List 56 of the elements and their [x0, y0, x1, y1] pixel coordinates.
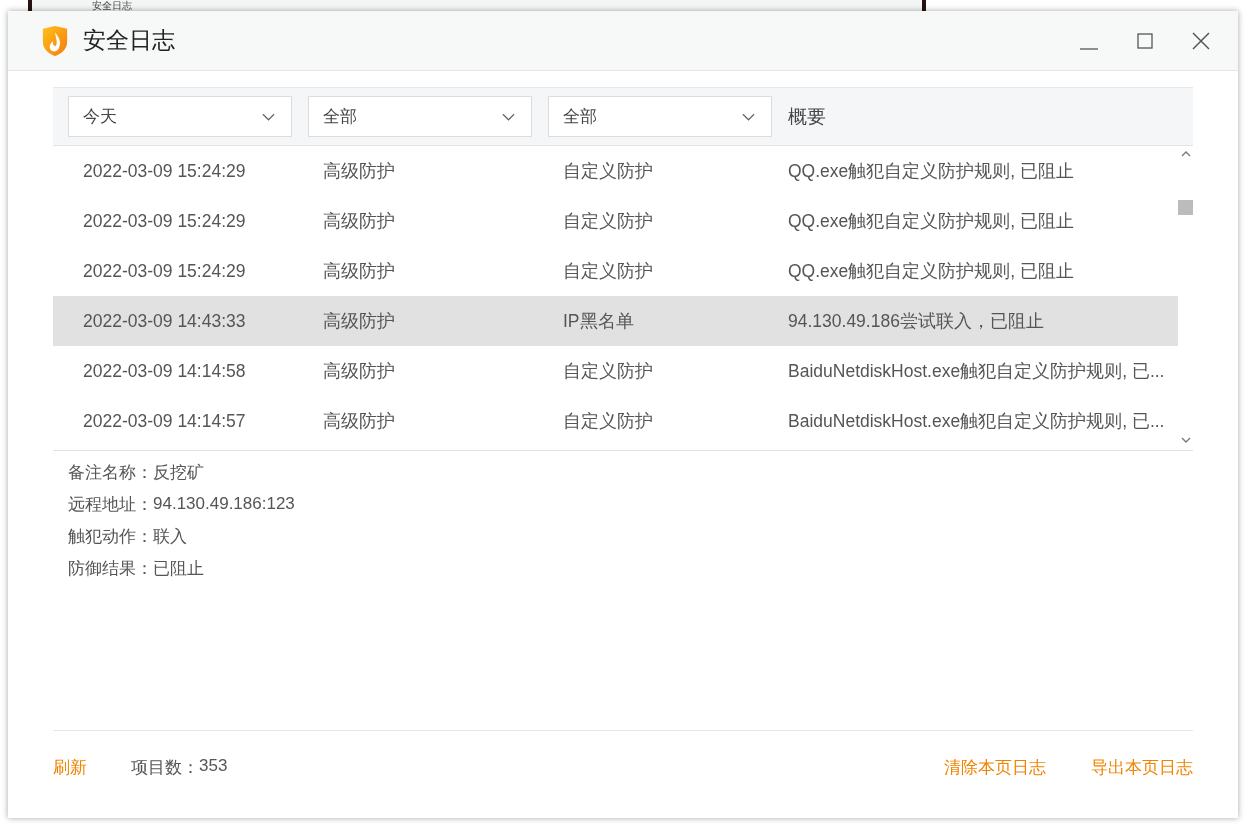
- table-cell-text: 高级防护: [323, 310, 396, 333]
- table-cell-text: 2022-03-09 15:24:29: [82, 210, 247, 232]
- filter-dropdown[interactable]: 今天: [68, 96, 292, 137]
- minimize-icon: [1079, 47, 1099, 50]
- table-cell-text: QQ.exe触犯自定义防护规则, 已阻止: [788, 210, 1076, 233]
- table-cell-text: 高级防护: [323, 260, 396, 283]
- detail-label: 备注名称：: [68, 461, 153, 484]
- maximize-icon: [1135, 30, 1155, 51]
- window-title: 安全日志: [92, 0, 133, 11]
- table-cell-text: IP黑名单: [563, 310, 635, 333]
- table-cell-text: 自定义防护: [563, 410, 654, 433]
- table-cell-text: QQ.exe触犯自定义防护规则, 已阻止: [788, 260, 1076, 283]
- caret-icon: [502, 112, 515, 121]
- table-cell-text: QQ.exe触犯自定义防护规则, 已阻止: [788, 160, 1076, 183]
- table-cell-text: 高级防护: [323, 410, 396, 433]
- filter-dropdown[interactable]: 全部: [308, 96, 532, 137]
- table-cell-text: 2022-03-09 14:14:57: [82, 410, 247, 432]
- shield-flame-icon: [41, 24, 69, 57]
- log-row[interactable]: 2022-03-09 14:43:33 高级防护 IP黑名单 94.130.49.186尝试联入，已阻止: [53, 296, 1178, 346]
- count-value: 353: [199, 755, 228, 777]
- table-cell-text: 94.130.49.186尝试联入，已阻止: [788, 310, 1045, 333]
- scroll-up-icon[interactable]: [1179, 150, 1192, 158]
- filter-dropdown[interactable]: 全部: [548, 96, 772, 137]
- close-icon: [1191, 30, 1211, 51]
- scroll-thumb[interactable]: [1178, 200, 1193, 215]
- table-cell-text: 自定义防护: [563, 210, 654, 233]
- table-cell-text: BaiduNetdiskHost.exe触犯自定义防护规则, 已...: [788, 360, 1166, 383]
- detail-value: 反挖矿: [153, 461, 204, 484]
- table-cell-text: 2022-03-09 14:43:33: [82, 310, 247, 332]
- detail-value: 联入: [153, 525, 187, 548]
- detail-value: 已阻止: [153, 557, 204, 580]
- detail-label: 触犯动作：: [68, 525, 153, 548]
- log-row[interactable]: 2022-03-09 15:24:29 高级防护 自定义防护 QQ.exe触犯自定义防护规则, 已阻止: [53, 196, 1178, 246]
- detail-label: 防御结果：: [68, 557, 153, 580]
- log-row[interactable]: 2022-03-09 15:24:29 高级防护 自定义防护 QQ.exe触犯自定义防护规则, 已阻止: [53, 246, 1178, 296]
- table-cell-text: 自定义防护: [563, 360, 654, 383]
- table-cell-text: 2022-03-09 15:24:29: [82, 160, 247, 182]
- log-row[interactable]: 2022-03-09 14:14:57 高级防护 自定义防护 BaiduNetdiskHost.exe触犯自定义防护规则, 已...: [53, 396, 1178, 446]
- log-row[interactable]: 2022-03-09 14:14:58 高级防护 自定义防护 BaiduNetdiskHost.exe触犯自定义防护规则, 已...: [53, 346, 1178, 396]
- table-cell-text: 自定义防护: [563, 160, 654, 183]
- table-cell-text: 自定义防护: [563, 260, 654, 283]
- column-header: 概要: [788, 104, 826, 129]
- count-label: 项目数：: [131, 756, 199, 779]
- table-cell-text: 2022-03-09 14:14:58: [82, 360, 247, 382]
- scroll-down-icon[interactable]: [1179, 436, 1192, 444]
- log-row[interactable]: 2022-03-09 15:24:29 高级防护 自定义防护 QQ.exe触犯自定义防护规则, 已阻止: [53, 146, 1178, 196]
- caret-icon: [742, 112, 755, 121]
- detail-label: 远程地址：: [68, 493, 153, 516]
- table-cell-text: 高级防护: [323, 210, 396, 233]
- window-title: 安全日志: [83, 26, 175, 55]
- table-cell-text: 2022-03-09 15:24:29: [82, 260, 247, 282]
- table-cell-text: 高级防护: [323, 360, 396, 383]
- table-cell-text: 高级防护: [323, 160, 396, 183]
- table-cell-text: BaiduNetdiskHost.exe触犯自定义防护规则, 已...: [788, 410, 1166, 433]
- detail-value: 94.130.49.186:123: [153, 494, 295, 514]
- caret-icon: [262, 112, 275, 121]
